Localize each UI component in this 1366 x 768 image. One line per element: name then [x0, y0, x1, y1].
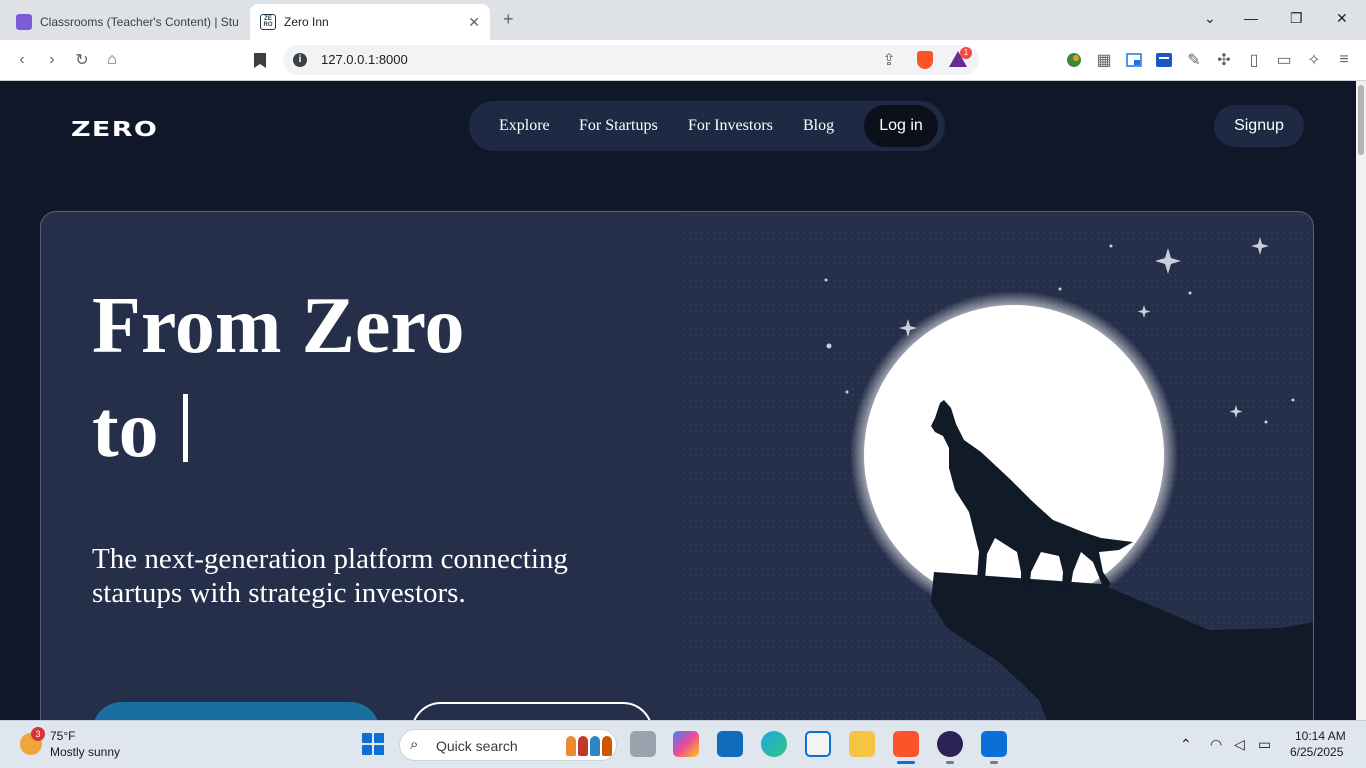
wallet-icon[interactable]: ▭	[1274, 50, 1294, 70]
volume-icon[interactable]: ◁	[1234, 736, 1245, 753]
weather-desc[interactable]: Mostly sunny	[50, 745, 120, 759]
tab-bar: Classrooms (Teacher's Content) | Stud ZE…	[0, 0, 1366, 40]
forward-icon[interactable]: ›	[42, 50, 62, 70]
url-text[interactable]: 127.0.0.1:8000	[321, 52, 408, 67]
eclipse-running-indicator	[946, 761, 954, 764]
tab-title: Zero Inn	[284, 15, 329, 29]
secondary-cta-button[interactable]	[411, 702, 653, 720]
hero-title-line-2: to	[92, 378, 465, 482]
brave-shields-icon[interactable]	[917, 51, 933, 69]
zero-logo[interactable]: ZERO	[71, 117, 158, 141]
clock-date[interactable]: 6/25/2025	[1290, 745, 1343, 759]
wolf-moon-illustration	[824, 237, 1313, 720]
weather-badge: 3	[31, 727, 45, 741]
extensions-puzzle-icon[interactable]: ✣	[1214, 50, 1234, 70]
restore-button[interactable]: ❐	[1290, 10, 1303, 27]
main-nav: Explore For Startups For Investors Blog …	[469, 101, 945, 151]
browser-toolbar: ‹ › ↻ ⌂ i 127.0.0.1:8000 ⇪ 1 ▦ ✎ ✣ ▯ ▭ ✧…	[0, 40, 1366, 81]
tab-classrooms[interactable]: Classrooms (Teacher's Content) | Stud	[6, 4, 246, 40]
new-tab-button[interactable]: +	[503, 9, 514, 30]
classroom-favicon-icon	[16, 14, 32, 30]
hero-card: From Zero to The next-generation platfor…	[40, 211, 1314, 720]
wifi-icon[interactable]: ◠	[1210, 736, 1222, 753]
leo-ai-icon[interactable]: ✧	[1304, 50, 1324, 70]
picture-in-picture-icon[interactable]	[1124, 50, 1144, 70]
clock-time[interactable]: 10:14 AM	[1295, 729, 1346, 743]
tray-chevron-up-icon[interactable]: ⌃	[1180, 736, 1192, 753]
nav-for-investors[interactable]: For Investors	[688, 117, 773, 135]
scroll-thumb[interactable]	[1358, 85, 1364, 155]
hero-subtitle: The next-generation platform connecting …	[92, 543, 568, 609]
copilot-icon[interactable]	[673, 731, 699, 757]
login-button[interactable]: Log in	[864, 105, 938, 147]
taskbar-search[interactable]: ⌕ Quick search	[399, 729, 617, 761]
outlook-icon[interactable]	[717, 731, 743, 757]
zero-favicon-icon: ZE RO	[260, 14, 276, 30]
close-tab-icon[interactable]: ✕	[468, 14, 480, 31]
bookmark-icon[interactable]	[250, 50, 270, 70]
back-icon[interactable]: ‹	[12, 50, 32, 70]
brave-active-indicator	[897, 761, 915, 764]
primary-cta-button[interactable]	[92, 702, 380, 720]
hero-title-line-1: From Zero	[92, 282, 465, 370]
hero-title: From Zero to	[92, 274, 465, 482]
vscode-running-indicator	[990, 761, 998, 764]
brave-browser-icon[interactable]	[893, 731, 919, 757]
nav-for-startups[interactable]: For Startups	[579, 117, 658, 135]
color-picker-icon[interactable]: ✎	[1184, 50, 1204, 70]
qr-code-icon[interactable]: ▦	[1094, 50, 1114, 70]
store-icon[interactable]	[805, 731, 831, 757]
page-scrollbar[interactable]	[1356, 81, 1366, 720]
screen-capture-icon[interactable]	[1154, 50, 1174, 70]
task-view-icon[interactable]	[630, 731, 656, 757]
site-info-icon[interactable]: i	[293, 53, 307, 67]
file-explorer-icon[interactable]	[849, 731, 875, 757]
hero-title-to: to	[92, 386, 159, 474]
menu-icon[interactable]: ≡	[1334, 50, 1354, 70]
eclipse-icon[interactable]	[937, 731, 963, 757]
rewards-badge: 1	[960, 47, 972, 59]
weather-temp[interactable]: 75°F	[50, 729, 75, 743]
tab-search-icon[interactable]: ⌄	[1204, 10, 1216, 27]
vscode-icon[interactable]	[981, 731, 1007, 757]
close-window-button[interactable]: ✕	[1336, 10, 1348, 27]
search-placeholder: Quick search	[436, 738, 518, 754]
moon	[864, 305, 1164, 605]
battery-icon[interactable]: ▭	[1258, 736, 1271, 753]
extension-globe-icon[interactable]	[1064, 50, 1084, 70]
nav-blog[interactable]: Blog	[803, 117, 834, 135]
home-icon[interactable]: ⌂	[102, 50, 122, 70]
edge-icon[interactable]	[761, 731, 787, 757]
share-icon[interactable]: ⇪	[879, 50, 899, 70]
search-icon: ⌕	[410, 736, 419, 753]
nav-explore[interactable]: Explore	[499, 117, 550, 135]
sidebar-icon[interactable]: ▯	[1244, 50, 1264, 70]
search-highlight-icon	[566, 736, 612, 756]
start-windows-icon[interactable]	[362, 733, 384, 755]
tab-zero-inn[interactable]: ZE RO Zero Inn ✕	[250, 4, 490, 40]
address-bar[interactable]: i 127.0.0.1:8000 ⇪ 1	[283, 45, 979, 75]
cliff	[931, 572, 1313, 720]
minimize-button[interactable]: —	[1244, 10, 1258, 26]
windows-taskbar: 3 75°F Mostly sunny ⌕ Quick search ⌃ ◠ ◁…	[0, 720, 1366, 768]
web-page: ZERO Explore For Startups For Investors …	[0, 81, 1356, 720]
tab-title: Classrooms (Teacher's Content) | Stud	[40, 15, 238, 29]
signup-button[interactable]: Signup	[1214, 105, 1304, 147]
typing-cursor	[182, 394, 188, 462]
reload-icon[interactable]: ↻	[72, 50, 92, 70]
